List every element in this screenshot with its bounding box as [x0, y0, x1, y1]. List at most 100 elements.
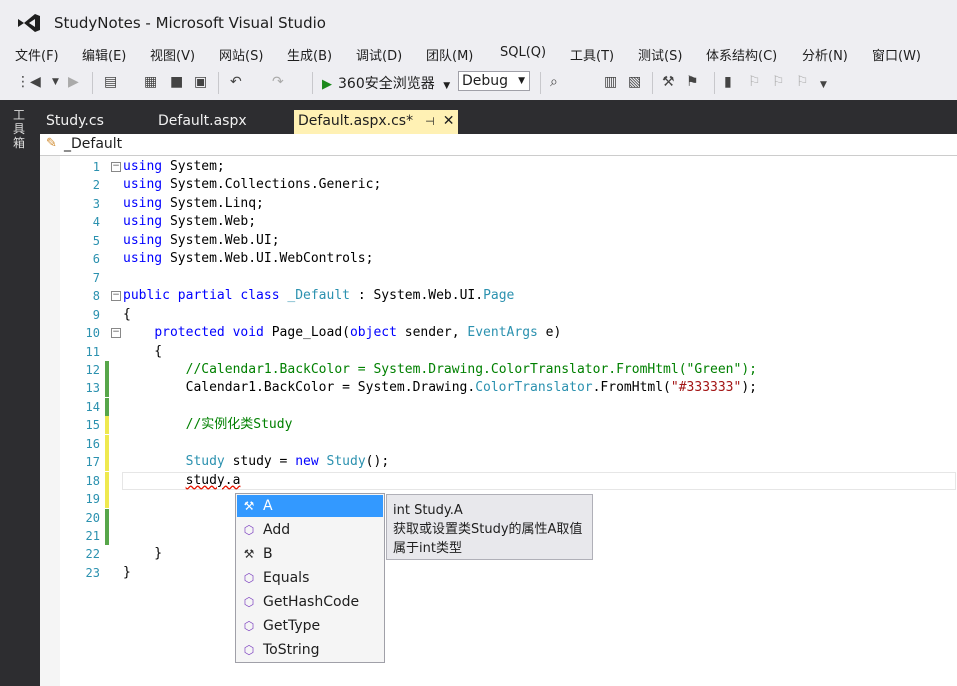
code-line[interactable]: 12 //Calendar1.BackColor = System.Drawin…: [40, 360, 957, 379]
menu-view[interactable]: 视图(V): [150, 45, 195, 64]
menu-sql[interactable]: SQL(Q): [500, 45, 546, 60]
code-text: study.a: [123, 472, 241, 490]
clear-bookmarks-icon[interactable]: ⚐: [796, 74, 809, 90]
code-text: {: [123, 343, 162, 361]
completion-item[interactable]: ⬡ Equals: [237, 567, 383, 589]
line-number: 13: [85, 381, 100, 396]
code-text: using System.Web.UI;: [123, 232, 280, 250]
code-line[interactable]: 13 Calendar1.BackColor = System.Drawing.…: [40, 379, 957, 398]
back-dropdown-icon[interactable]: ▼: [52, 77, 59, 87]
menu-tools[interactable]: 工具(T): [570, 45, 614, 64]
code-line[interactable]: 4 using System.Web;: [40, 213, 957, 231]
bookmark-icon[interactable]: ▮: [724, 74, 732, 90]
browser-dropdown-icon: ▼: [443, 81, 451, 91]
play-icon: ▶: [322, 77, 332, 92]
solution-explorer-icon[interactable]: ▥: [604, 74, 617, 90]
code-text: {: [123, 306, 131, 324]
collapse-icon[interactable]: −: [111, 328, 121, 339]
save-all-icon[interactable]: ▣: [194, 74, 207, 90]
completion-item[interactable]: ⬡ GetHashCode: [237, 591, 383, 613]
method-cube-icon: ⬡: [243, 643, 255, 657]
open-icon[interactable]: ▦: [144, 74, 157, 90]
code-text: public partial class _Default : System.W…: [123, 287, 514, 305]
completion-item[interactable]: ⬡ ToString: [237, 639, 383, 661]
toolbox-side-tab[interactable]: 工具箱: [0, 100, 40, 686]
completion-item-label: Add: [263, 522, 291, 538]
code-line[interactable]: 15 //实例化类Study: [40, 416, 957, 435]
code-line[interactable]: 7: [40, 269, 957, 287]
find-in-files-icon[interactable]: ⌕: [550, 74, 558, 90]
prev-bookmark-icon[interactable]: ⚐: [748, 74, 761, 90]
code-line[interactable]: 8− public partial class _Default : System…: [40, 287, 957, 305]
completion-item[interactable]: ⬡ GetType: [237, 615, 383, 637]
start-debugging-button[interactable]: ▶ 360安全浏览器 ▼: [322, 73, 450, 93]
line-number: 22: [85, 547, 100, 562]
menu-debug[interactable]: 调试(D): [356, 45, 402, 64]
back-icon[interactable]: ◀: [30, 74, 41, 90]
quick-info-tooltip: int Study.A 获取或设置类Study的属性A取值 属于int类型: [386, 494, 593, 560]
completion-item[interactable]: ⚒ A: [237, 495, 383, 517]
completion-item[interactable]: ⚒ B: [237, 543, 383, 565]
code-editor[interactable]: 1− using System; 2 using System.Collections…: [40, 156, 957, 686]
menu-edit[interactable]: 编辑(E): [82, 45, 126, 64]
code-line[interactable]: 2 using System.Collections.Generic;: [40, 176, 957, 194]
solution-configuration-select[interactable]: Debug ▼: [458, 71, 530, 91]
toolbox-icon[interactable]: ⚒: [662, 74, 675, 90]
code-token: System;: [162, 159, 225, 174]
collapse-icon[interactable]: −: [111, 291, 121, 302]
redo-icon[interactable]: ↷: [272, 74, 284, 90]
menu-team[interactable]: 团队(M): [426, 45, 473, 64]
menu-window[interactable]: 窗口(W): [872, 45, 921, 64]
code-line[interactable]: 5 using System.Web.UI;: [40, 232, 957, 250]
undo-icon[interactable]: ↶: [230, 74, 242, 90]
navigation-bar[interactable]: ✎ _Default: [40, 134, 957, 156]
code-line[interactable]: 9{: [40, 306, 957, 324]
code-token: }: [123, 546, 163, 562]
code-line[interactable]: 16: [40, 434, 957, 453]
code-line[interactable]: 14: [40, 397, 957, 416]
menu-architecture[interactable]: 体系结构(C): [706, 45, 777, 64]
menu-build[interactable]: 生成(B): [287, 45, 332, 64]
tab-study-cs[interactable]: Study.cs: [42, 110, 108, 134]
code-line[interactable]: 11 {: [40, 343, 957, 361]
menu-website[interactable]: 网站(S): [219, 45, 263, 64]
save-icon[interactable]: ■: [170, 74, 183, 90]
code-token: ColorTranslator: [475, 380, 593, 396]
toolbar-overflow-icon[interactable]: ▼: [820, 80, 827, 90]
toggle-breakpoint-icon[interactable]: ⚑: [686, 74, 699, 90]
line-number: 20: [85, 510, 100, 525]
code-line[interactable]: 17 Study study = new Study();: [40, 453, 957, 472]
intellisense-completion-list[interactable]: ⚒ A ⬡ Add ⚒ B ⬡ Equals ⬡ GetHashCode ⬡ GetType ⬡ ToSt…: [235, 493, 385, 663]
tab-default-aspx-cs[interactable]: Default.aspx.cs* ⊣ ✕: [294, 110, 459, 134]
code-line[interactable]: 10− protected void Page_Load(object send…: [40, 324, 957, 342]
tab-default-aspx[interactable]: Default.aspx: [154, 110, 251, 134]
menu-test[interactable]: 测试(S): [638, 45, 682, 64]
code-line[interactable]: 6 using System.Web.UI.WebControls;: [40, 250, 957, 268]
code-token: Calendar1.BackColor = System.Drawing.: [123, 380, 476, 396]
code-token: Page: [483, 288, 515, 304]
close-icon[interactable]: ✕: [443, 113, 455, 129]
line-number: 23: [85, 565, 100, 580]
next-bookmark-icon[interactable]: ⚐: [772, 74, 785, 90]
code-line[interactable]: 1 − using System;: [40, 158, 957, 176]
toolbar-separator: [540, 72, 541, 94]
forward-icon[interactable]: ▶: [68, 74, 79, 90]
code-token: object: [349, 325, 397, 341]
line-number: 9: [92, 307, 100, 322]
code-line[interactable]: 18 study.a: [40, 471, 957, 490]
code-token: protected void: [154, 325, 264, 341]
member-signature: int Study.A: [393, 503, 463, 518]
chevron-down-icon: ▼: [518, 76, 525, 86]
pin-icon[interactable]: ⊣: [425, 115, 435, 128]
collapse-icon[interactable]: −: [111, 162, 121, 172]
menu-file[interactable]: 文件(F): [15, 45, 59, 64]
method-cube-icon: ⬡: [243, 571, 255, 585]
code-line[interactable]: 23}: [40, 564, 957, 582]
completion-item[interactable]: ⬡ Add: [237, 519, 383, 541]
menu-analyze[interactable]: 分析(N): [802, 45, 848, 64]
line-number: 2: [92, 178, 100, 193]
new-project-icon[interactable]: ▤: [104, 74, 117, 90]
properties-icon[interactable]: ▧: [628, 74, 641, 90]
code-line[interactable]: 3 using System.Linq;: [40, 195, 957, 213]
line-number: 5: [92, 233, 100, 248]
